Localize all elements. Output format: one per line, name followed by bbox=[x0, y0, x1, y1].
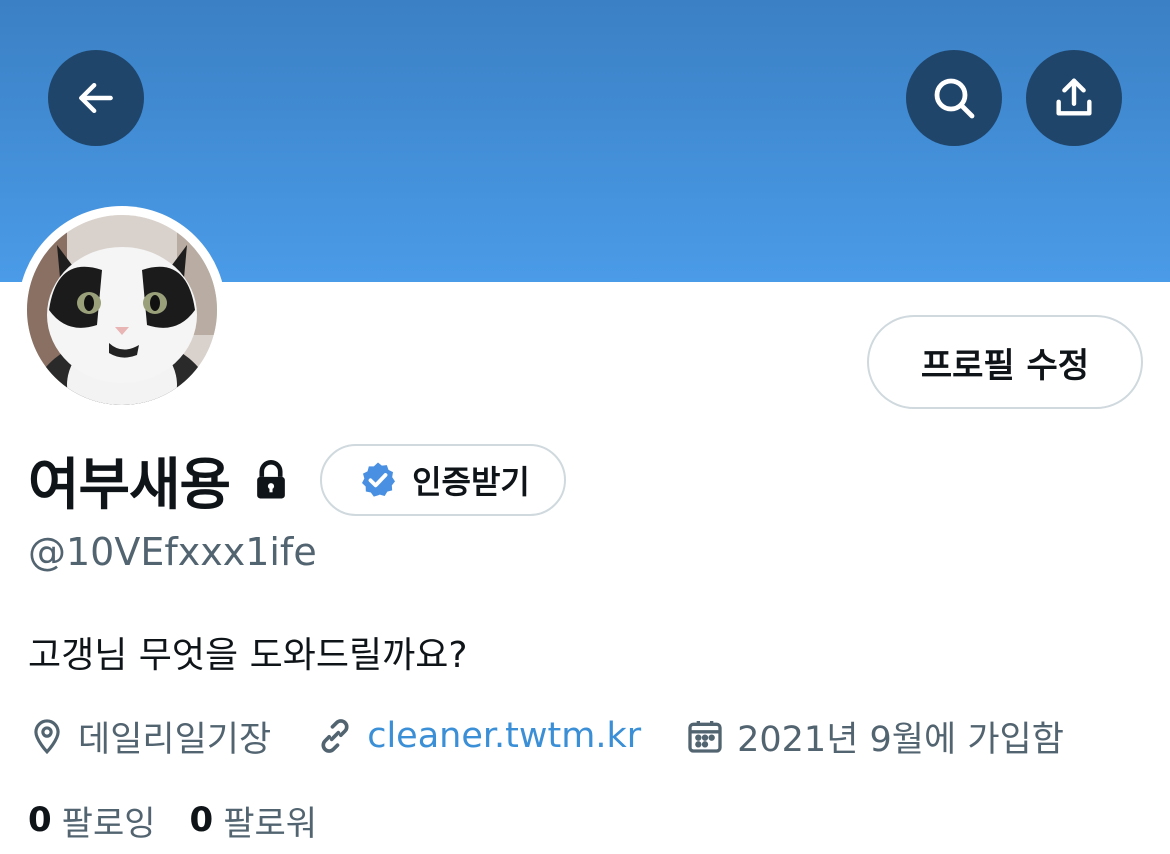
follow-stats: 0 팔로잉 0 팔로워 bbox=[28, 794, 317, 846]
profile-name-row: 여부새용 인증받기 bbox=[28, 440, 566, 520]
share-button[interactable] bbox=[1026, 50, 1122, 146]
search-icon bbox=[934, 78, 975, 119]
location-text: 데일리일기장 bbox=[78, 719, 272, 760]
get-verified-label: 인증받기 bbox=[412, 463, 530, 501]
cat-avatar-image bbox=[27, 215, 217, 405]
search-button[interactable] bbox=[906, 50, 1002, 146]
get-verified-button[interactable]: 인증받기 bbox=[320, 444, 566, 516]
edit-profile-button[interactable]: 프로필 수정 bbox=[867, 315, 1143, 409]
verified-badge-icon bbox=[362, 462, 396, 497]
followers-label: 팔로워 bbox=[223, 803, 318, 844]
profile-website[interactable]: cleaner.twtm.kr bbox=[315, 716, 641, 756]
arrow-left-icon bbox=[79, 82, 113, 114]
following-label: 팔로잉 bbox=[61, 803, 156, 844]
profile-handle: @10VEfxxx1ife bbox=[28, 530, 317, 574]
profile-meta-row: 데일리일기장 cleaner.twtm.kr 2021년 9월에 가입함 bbox=[28, 708, 1064, 764]
website-link[interactable]: cleaner.twtm.kr bbox=[367, 716, 641, 756]
following-count: 0 bbox=[28, 800, 52, 840]
profile-joined-date: 2021년 9월에 가입함 bbox=[685, 711, 1064, 762]
followers-count: 0 bbox=[189, 800, 214, 840]
link-icon bbox=[321, 719, 349, 753]
edit-profile-label: 프로필 수정 bbox=[920, 345, 1090, 386]
followers-link[interactable]: 0 팔로워 bbox=[190, 796, 318, 845]
joined-text: 2021년 9월에 가입함 bbox=[737, 719, 1064, 760]
calendar-icon bbox=[688, 721, 722, 753]
profile-page: 프로필 수정 여부새용 인증받기 @10VEfxxx1ife 고갱님 무엇을 도… bbox=[0, 0, 1170, 854]
display-name: 여부새용 bbox=[28, 452, 231, 518]
following-link[interactable]: 0 팔로잉 bbox=[28, 796, 156, 845]
lock-icon bbox=[252, 460, 290, 500]
avatar-frame[interactable] bbox=[18, 206, 226, 414]
profile-location: 데일리일기장 bbox=[28, 711, 271, 762]
profile-bio: 고갱님 무엇을 도와드릴까요? bbox=[28, 635, 468, 676]
location-pin-icon bbox=[34, 719, 60, 755]
avatar bbox=[27, 215, 217, 405]
back-button[interactable] bbox=[48, 50, 144, 146]
share-icon bbox=[1056, 78, 1092, 116]
